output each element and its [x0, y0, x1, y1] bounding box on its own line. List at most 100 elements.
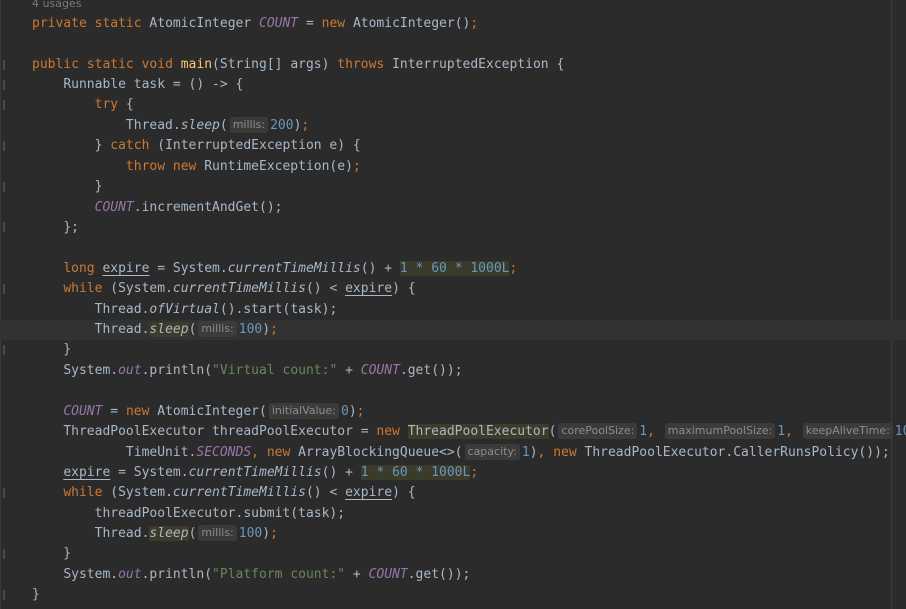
code-text: TimeUnit.	[125, 445, 197, 460]
param-hint: initialValue:	[268, 403, 339, 419]
code-text: ().start(task);	[219, 302, 338, 317]
keyword: new	[266, 445, 291, 460]
field-count: COUNT	[94, 200, 134, 215]
code-line[interactable]: Thread.ofVirtual().start(task);	[32, 300, 338, 320]
fold-marker[interactable]	[3, 549, 5, 559]
keyword: long	[63, 261, 95, 276]
code-line[interactable]: }	[32, 585, 40, 605]
code-line[interactable]: Thread.sleep(millis: 200);	[32, 116, 309, 136]
fold-marker[interactable]	[3, 222, 5, 232]
code-line[interactable]: }	[32, 177, 103, 197]
code-line[interactable]: };	[32, 218, 79, 238]
field-count: COUNT	[63, 404, 103, 419]
code-text: .get());	[399, 363, 463, 378]
keyword: try	[94, 97, 119, 112]
fold-marker[interactable]	[3, 590, 5, 600]
code-text: (InterruptedException e) {	[157, 138, 361, 153]
code-line[interactable]: while (System.currentTimeMillis() < expi…	[32, 279, 415, 299]
code-line[interactable]: }	[32, 340, 71, 360]
keyword: new	[172, 159, 197, 174]
number: 1	[777, 424, 786, 439]
code-text: .println(	[141, 567, 213, 582]
gutter	[0, 0, 1, 609]
number: 1	[521, 445, 530, 460]
code-line[interactable]: TimeUnit.SECONDS, new ArrayBlockingQueue…	[32, 443, 890, 463]
number: 100	[238, 526, 263, 541]
code-line[interactable]: Thread.sleep(millis: 100);	[32, 524, 278, 544]
method-call: currentTimeMillis	[227, 261, 361, 276]
fold-marker[interactable]	[3, 80, 5, 90]
method-call: ofVirtual	[149, 302, 220, 317]
method-name: main	[180, 57, 213, 72]
type-name: AtomicInteger	[352, 16, 455, 31]
code-text: ThreadPoolExecutor.CallerRunsPolicy());	[584, 445, 890, 460]
code-line[interactable]: Runnable task = () -> {	[32, 75, 243, 95]
code-text: ArrayBlockingQueue<>(	[298, 445, 463, 460]
code-line[interactable]: System.out.println("Platform count:" + C…	[32, 565, 470, 585]
usages-hint[interactable]: 4 usages	[32, 0, 81, 12]
code-text: System.	[63, 567, 119, 582]
fold-marker[interactable]	[3, 345, 5, 355]
code-editor[interactable]: 4 usages private static AtomicInteger CO…	[0, 0, 906, 609]
field-count: COUNT	[368, 567, 408, 582]
number: 1	[639, 424, 648, 439]
code-line[interactable]: } catch (InterruptedException e) {	[32, 136, 361, 156]
code-line[interactable]: COUNT = new AtomicInteger(initialValue: 0…	[32, 402, 364, 422]
fold-marker[interactable]	[3, 284, 5, 294]
keyword: while	[63, 281, 103, 296]
variable-expire: expire	[102, 261, 150, 276]
fold-marker[interactable]	[3, 100, 5, 110]
keyword: void	[141, 57, 173, 72]
variable-expire: expire	[345, 281, 393, 296]
code-line[interactable]: long expire = System.currentTimeMillis()…	[32, 259, 517, 279]
type-name: AtomicInteger	[149, 16, 252, 31]
code-line[interactable]: System.out.println("Virtual count:" + CO…	[32, 361, 463, 381]
code-text: .get());	[407, 567, 471, 582]
code-line[interactable]: Thread.sleep(millis: 100);	[32, 320, 278, 340]
string-literal: "Platform count:"	[212, 567, 346, 582]
param-hint: keepAliveTime:	[802, 423, 893, 439]
param-hint: maximumPoolSize:	[664, 423, 776, 439]
code-text: RuntimeException(e)	[204, 159, 353, 174]
type-name: ThreadPoolExecutor	[407, 424, 549, 439]
fold-marker[interactable]	[3, 60, 5, 70]
field-out: out	[118, 567, 142, 582]
number: 100	[238, 322, 263, 337]
code-line[interactable]: throw new RuntimeException(e);	[32, 157, 361, 177]
string-literal: "Virtual count:"	[212, 363, 338, 378]
type-name: AtomicInteger	[157, 404, 259, 419]
code-text: .incrementAndGet();	[133, 200, 283, 215]
code-line[interactable]: expire = System.currentTimeMillis() + 1 …	[32, 463, 478, 483]
keyword: throw	[125, 159, 166, 174]
code-text: };	[63, 220, 79, 235]
code-line[interactable]: try {	[32, 95, 134, 115]
fold-marker[interactable]	[3, 182, 5, 192]
method-call: sleep	[149, 526, 189, 541]
keyword: static	[94, 16, 142, 31]
code-line[interactable]: COUNT.incrementAndGet();	[32, 198, 283, 218]
code-text: System.	[118, 281, 173, 296]
param-hint: capacity:	[464, 444, 520, 460]
code-text: threadPoolExecutor.submit(task);	[94, 506, 346, 521]
field-out: out	[118, 363, 142, 378]
right-margin-guide	[891, 0, 892, 609]
keyword: static	[86, 57, 134, 72]
keyword: new	[125, 404, 150, 419]
code-line[interactable]: private static AtomicInteger COUNT = new…	[32, 14, 478, 34]
method-call: currentTimeMillis	[188, 465, 322, 480]
fold-marker[interactable]	[3, 141, 5, 151]
code-text: Thread.	[125, 118, 181, 133]
keyword: while	[63, 485, 103, 500]
field-count: COUNT	[360, 363, 400, 378]
params: (String[] args)	[212, 57, 338, 72]
code-line[interactable]: public static void main(String[] args) t…	[32, 55, 564, 75]
fold-marker[interactable]	[3, 488, 5, 498]
code-line[interactable]: threadPoolExecutor.submit(task);	[32, 504, 345, 524]
code-line[interactable]: while (System.currentTimeMillis() < expi…	[32, 483, 415, 503]
code-line[interactable]: ThreadPoolExecutor threadPoolExecutor = …	[32, 422, 906, 442]
number: 10	[894, 424, 906, 439]
type-name: InterruptedException {	[392, 57, 565, 72]
field-count: COUNT	[259, 16, 299, 31]
keyword: public	[32, 57, 79, 72]
code-line[interactable]: }	[32, 544, 71, 564]
